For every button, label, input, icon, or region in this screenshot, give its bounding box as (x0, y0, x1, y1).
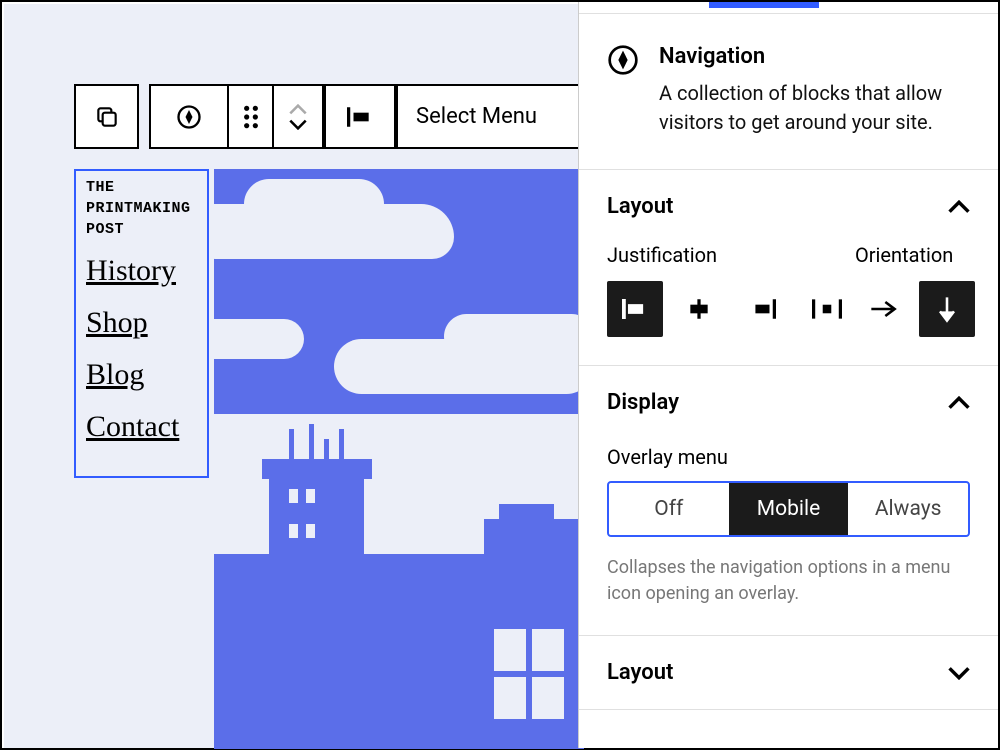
overlay-help-text: Collapses the navigation options in a me… (607, 555, 970, 607)
orientation-vertical-button[interactable] (919, 281, 975, 337)
nav-item-contact[interactable]: Contact (86, 410, 199, 444)
layout-section: Layout Justification (579, 170, 998, 366)
display-section-toggle[interactable]: Display (579, 366, 998, 439)
justify-space-between-button[interactable] (799, 281, 855, 337)
chevron-up-icon (948, 200, 970, 214)
overlay-off-button[interactable]: Off (609, 483, 729, 535)
stack-icon (94, 104, 120, 130)
move-down-button[interactable] (289, 119, 307, 130)
block-toolbar: Select Menu (74, 84, 598, 149)
layout2-section: Layout (579, 636, 998, 710)
cover-image (214, 169, 584, 749)
overlay-mobile-button[interactable]: Mobile (729, 483, 849, 535)
section-title: Layout (607, 194, 673, 219)
overlay-menu-label: Overlay menu (607, 445, 970, 469)
site-title[interactable]: THE PRINTMAKING POST (86, 177, 199, 240)
compass-icon (175, 103, 203, 131)
block-inspector-panel: Navigation A collection of blocks that a… (578, 2, 998, 748)
justify-button[interactable] (326, 84, 396, 149)
overlay-menu-segmented: Off Mobile Always (607, 481, 970, 537)
compass-icon (607, 44, 639, 76)
block-name: Navigation (659, 44, 970, 69)
toolbar-group: Select Menu (149, 84, 598, 149)
select-menu-button[interactable]: Select Menu (398, 84, 598, 149)
nav-item-blog[interactable]: Blog (86, 358, 199, 392)
display-section: Display Overlay menu Off Mobile Always C… (579, 366, 998, 636)
block-card: Navigation A collection of blocks that a… (579, 14, 998, 170)
nav-item-history[interactable]: History (86, 254, 199, 288)
chevron-down-icon (948, 666, 970, 680)
drag-icon (242, 104, 260, 130)
navigation-block[interactable]: THE PRINTMAKING POST History Shop Blog C… (74, 169, 209, 478)
inspector-tabs[interactable] (579, 2, 998, 14)
overlay-always-button[interactable]: Always (848, 483, 968, 535)
orientation-options (855, 281, 975, 337)
justify-center-button[interactable] (671, 281, 727, 337)
chevron-up-icon (948, 396, 970, 410)
orientation-horizontal-button[interactable] (855, 281, 911, 337)
justify-left-button[interactable] (607, 281, 663, 337)
justification-options (607, 281, 855, 337)
layout-section-toggle[interactable]: Layout (579, 170, 998, 243)
section-title: Layout (607, 660, 673, 685)
reorder-buttons (274, 84, 324, 149)
block-description: A collection of blocks that allow visito… (659, 79, 970, 137)
justify-left-icon (347, 107, 373, 127)
nav-item-shop[interactable]: Shop (86, 306, 199, 340)
editor-canvas: Select Menu THE PRINTMAKING POST History… (4, 4, 579, 748)
section-title: Display (607, 390, 679, 415)
block-parent-button[interactable] (74, 84, 139, 149)
block-type-button[interactable] (149, 84, 229, 149)
justify-right-button[interactable] (735, 281, 791, 337)
layout2-section-toggle[interactable]: Layout (579, 636, 998, 709)
justification-label: Justification (607, 243, 855, 267)
drag-handle-button[interactable] (229, 84, 274, 149)
move-up-button[interactable] (289, 104, 307, 115)
orientation-label: Orientation (855, 243, 975, 267)
